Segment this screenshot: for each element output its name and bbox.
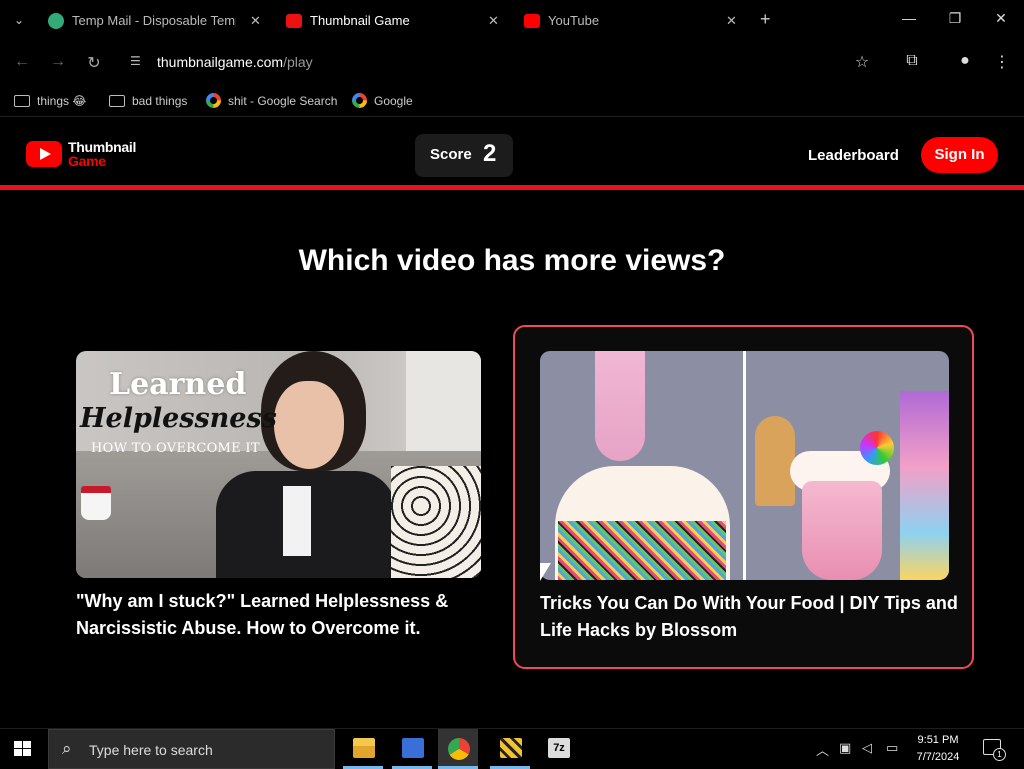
tab-title: YouTube bbox=[548, 13, 600, 28]
reload-icon[interactable]: ↻ bbox=[84, 53, 104, 73]
url-path: /play bbox=[283, 54, 313, 70]
windows-taskbar: ⌕ Type here to search 7z ︿ ▣ ◁ ▭ 9:51 PM… bbox=[0, 728, 1024, 769]
logo-text-line2: Game bbox=[68, 153, 106, 169]
site-header: Thumbnail Game Score 2 Leaderboard Sign … bbox=[0, 121, 1024, 185]
taskbar-clock[interactable]: 9:51 PM 7/7/2024 bbox=[905, 732, 971, 766]
taskbar-chrome[interactable] bbox=[438, 729, 478, 769]
bookmark-label: shit - Google Search bbox=[228, 94, 338, 108]
taskbar-app-yellow[interactable] bbox=[490, 729, 530, 769]
bookmark-label: things 😂 bbox=[37, 94, 87, 108]
tab-youtube[interactable]: YouTube ✕ bbox=[524, 6, 744, 36]
close-tab-icon[interactable]: ✕ bbox=[250, 6, 261, 36]
taskbar-this-pc[interactable] bbox=[392, 729, 432, 769]
volume-muted-icon[interactable]: ◁ bbox=[862, 740, 872, 756]
header-accent-line bbox=[0, 185, 1024, 190]
youtube-play-icon bbox=[26, 141, 62, 167]
search-placeholder: Type here to search bbox=[89, 742, 213, 758]
bookmark-bad-things[interactable]: bad things bbox=[109, 92, 187, 110]
thumbnail-sprinkles bbox=[558, 521, 726, 580]
7zip-icon: 7z bbox=[548, 738, 570, 758]
app-icon bbox=[500, 738, 522, 758]
bookmarks-bar: things 😂 bad things shit - Google Search… bbox=[0, 85, 1024, 117]
tab-temp-mail[interactable]: Temp Mail - Disposable Tempo ✕ bbox=[48, 6, 268, 36]
video-thumbnail[interactable]: Learned Helplessness HOW TO OVERCOME IT bbox=[76, 351, 481, 578]
score-value: 2 bbox=[483, 140, 497, 167]
browser-tab-strip: ⌄ Temp Mail - Disposable Tempo ✕ Thumbna… bbox=[0, 0, 1024, 40]
thumbnail-text-line1: Learned bbox=[109, 367, 247, 402]
thumbnail-shirt bbox=[283, 486, 311, 556]
thumbnail-cotton-candy bbox=[595, 351, 645, 461]
bookmark-google[interactable]: Google bbox=[352, 92, 413, 110]
thumbnail-pillow bbox=[391, 466, 481, 578]
youtube-icon bbox=[524, 14, 540, 28]
tab-search-chevron-icon[interactable]: ⌄ bbox=[10, 12, 28, 28]
bookmark-google-search[interactable]: shit - Google Search bbox=[206, 92, 337, 110]
bookmark-label: Google bbox=[374, 94, 413, 108]
bookmark-things[interactable]: things 😂 bbox=[14, 92, 86, 110]
video-thumbnail[interactable] bbox=[540, 351, 949, 580]
taskbar-7zip[interactable]: 7z bbox=[538, 729, 578, 769]
video-title: "Why am I stuck?" Learned Helplessness &… bbox=[76, 591, 449, 638]
extensions-icon[interactable]: ⧉ bbox=[902, 52, 922, 70]
folder-icon bbox=[14, 95, 30, 107]
clock-date: 7/7/2024 bbox=[916, 751, 960, 763]
close-window-icon[interactable]: ✕ bbox=[991, 10, 1011, 27]
back-icon[interactable]: ← bbox=[12, 53, 32, 71]
address-bar-row: ← → ↻ ☰ thumbnailgame.com/play ☆ ⧉ ● ⋮ bbox=[0, 40, 1024, 85]
mouse-cursor-icon bbox=[540, 563, 551, 581]
bookmark-label: bad things bbox=[132, 94, 188, 108]
windows-start-icon[interactable] bbox=[14, 741, 32, 757]
taskbar-search-box[interactable]: ⌕ Type here to search bbox=[48, 729, 335, 769]
url-host: thumbnailgame.com bbox=[157, 54, 284, 70]
address-field[interactable]: thumbnailgame.com/play bbox=[157, 54, 313, 70]
google-icon bbox=[352, 93, 367, 108]
google-icon bbox=[206, 93, 221, 108]
score-label: Score bbox=[430, 146, 472, 163]
tempmail-icon bbox=[48, 13, 64, 29]
file-explorer-icon bbox=[353, 738, 375, 758]
bookmark-star-icon[interactable]: ☆ bbox=[852, 52, 872, 72]
thumbnail-window bbox=[406, 351, 481, 461]
video-card-right[interactable]: Tricks You Can Do With Your Food | DIY T… bbox=[513, 325, 974, 669]
computer-icon bbox=[402, 738, 424, 758]
thumbnail-cone bbox=[755, 416, 795, 506]
minimize-icon[interactable]: — bbox=[899, 10, 919, 26]
thumbnail-text-line2: Helplessness bbox=[80, 403, 277, 434]
folder-icon bbox=[109, 95, 125, 107]
tray-overflow-chevron-icon[interactable]: ︿ bbox=[816, 740, 829, 759]
profile-icon[interactable]: ● bbox=[955, 52, 975, 70]
new-tab-icon[interactable]: + bbox=[760, 9, 771, 30]
sign-in-button[interactable]: Sign In bbox=[921, 137, 998, 173]
network-icon[interactable]: ▣ bbox=[839, 740, 851, 756]
chrome-icon bbox=[448, 738, 470, 760]
thumbnail-mug bbox=[81, 486, 111, 520]
menu-icon[interactable]: ⋮ bbox=[992, 52, 1012, 72]
score-box: Score 2 bbox=[415, 134, 513, 177]
forward-icon[interactable]: → bbox=[48, 53, 68, 71]
question-heading: Which video has more views? bbox=[298, 244, 726, 277]
thumbnail-face bbox=[274, 381, 344, 469]
close-tab-icon[interactable]: ✕ bbox=[726, 6, 737, 36]
tab-thumbnail-game[interactable]: Thumbnail Game ✕ bbox=[286, 6, 506, 36]
video-title: Tricks You Can Do With Your Food | DIY T… bbox=[540, 593, 958, 640]
tg-icon bbox=[286, 14, 302, 28]
notification-count: 1 bbox=[993, 748, 1006, 761]
close-tab-icon[interactable]: ✕ bbox=[488, 6, 499, 36]
notification-center-icon[interactable]: 1 bbox=[983, 739, 1006, 761]
tab-title: Thumbnail Game bbox=[310, 13, 410, 28]
thumbnail-shake bbox=[802, 481, 882, 580]
taskbar-file-explorer[interactable] bbox=[343, 729, 383, 769]
thumbnail-divider bbox=[743, 351, 746, 580]
search-icon: ⌕ bbox=[62, 739, 72, 758]
thumbnail-text-line3: HOW TO OVERCOME IT bbox=[91, 441, 260, 456]
tab-title: Temp Mail - Disposable Tempo bbox=[72, 13, 236, 28]
display-icon[interactable]: ▭ bbox=[886, 740, 898, 756]
site-settings-icon[interactable]: ☰ bbox=[130, 54, 146, 70]
leaderboard-link[interactable]: Leaderboard bbox=[808, 147, 899, 164]
thumbnail-lollipop bbox=[860, 431, 894, 465]
thumbnail-candy bbox=[900, 391, 949, 580]
clock-time: 9:51 PM bbox=[917, 734, 959, 746]
restore-icon[interactable]: ❐ bbox=[945, 10, 965, 27]
